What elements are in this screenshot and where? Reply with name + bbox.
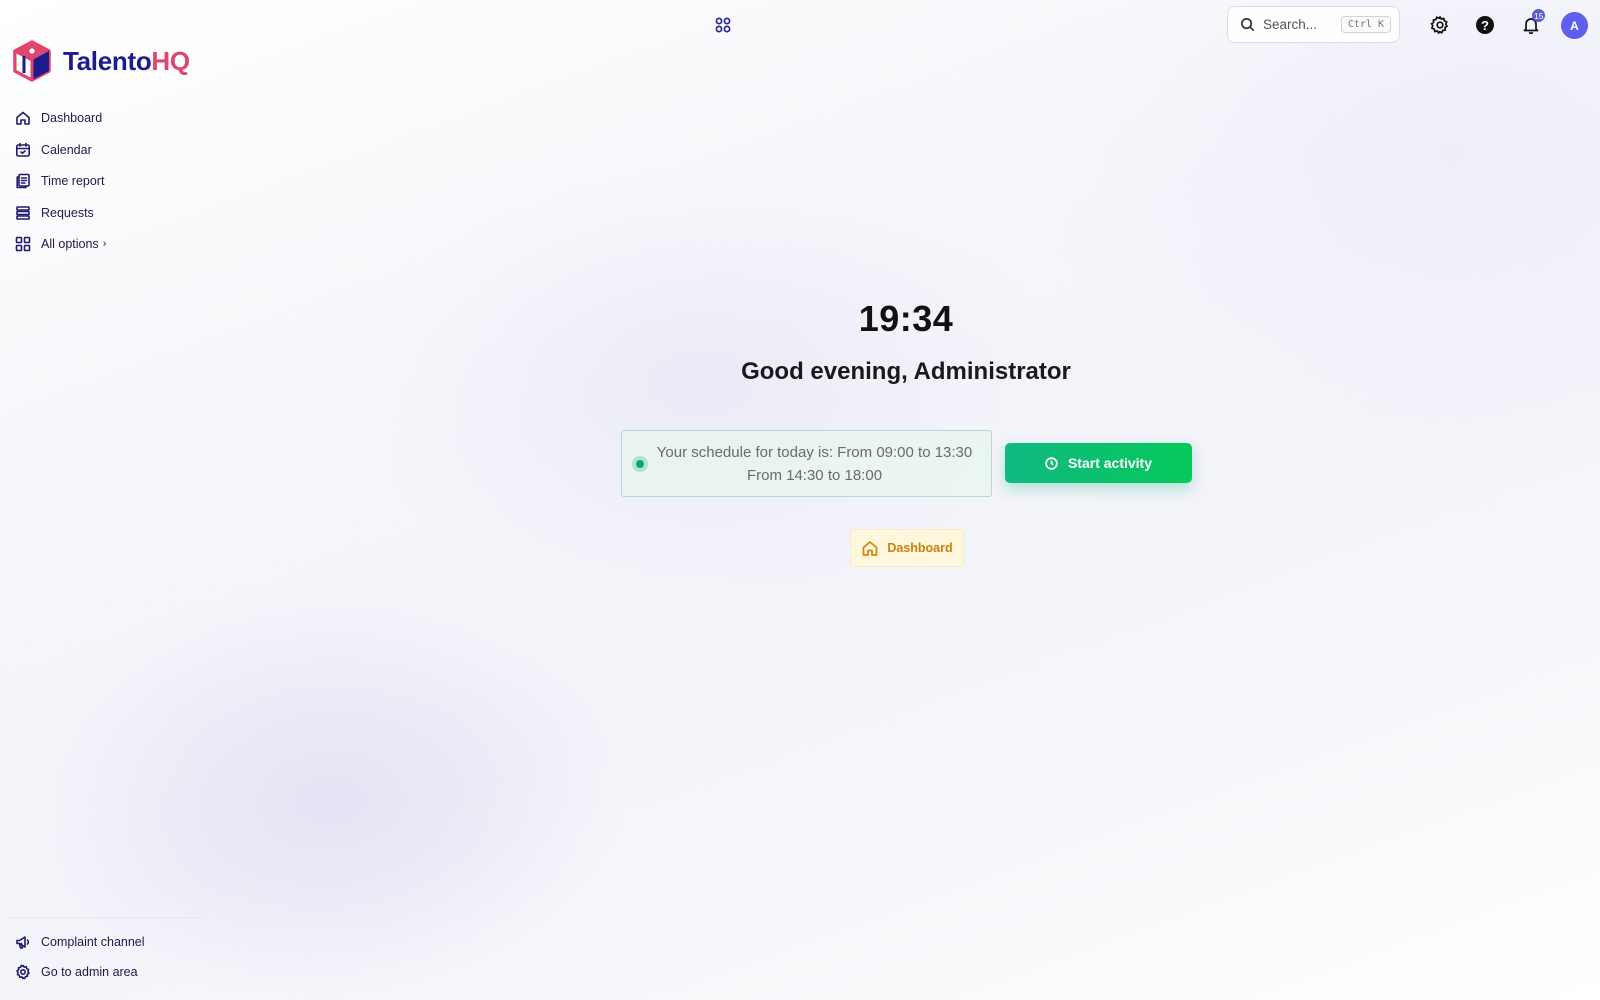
gear-icon [1430, 15, 1449, 35]
gear-icon [14, 963, 32, 981]
sidebar-item-label: Time report [41, 174, 105, 188]
chevron-right-icon: › [102, 238, 107, 250]
sidebar-item-label: Dashboard [41, 111, 103, 125]
brand-name-part2: HQ [151, 45, 190, 76]
dashboard-shortcut-label: Dashboard [887, 541, 953, 555]
sidebar-bottom: Complaint channel Go to admin area [14, 932, 204, 992]
schedule-card: Your schedule for today is: From 09:00 t… [621, 430, 992, 497]
clock-icon [1045, 456, 1058, 470]
calendar-icon [14, 141, 32, 159]
brand-name: TalentoHQ [63, 46, 190, 77]
report-icon [14, 172, 32, 190]
brand-logo[interactable]: TalentoHQ [12, 40, 190, 82]
complaint-channel-link[interactable]: Complaint channel [14, 932, 204, 952]
home-icon [862, 541, 878, 556]
help-icon: ? [1476, 16, 1494, 34]
help-button[interactable]: ? [1474, 14, 1496, 36]
notifications-count-badge: 15 [1532, 9, 1546, 22]
search-placeholder: Search... [1263, 17, 1318, 32]
start-activity-button[interactable]: Start activity [1005, 443, 1192, 483]
sidebar-item-label: Requests [41, 205, 94, 220]
sidebar-item-time-report[interactable]: Time report [14, 171, 106, 191]
sidebar-item-calendar[interactable]: Calendar [14, 140, 106, 160]
schedule-line-2: From 14:30 to 18:00 [746, 466, 883, 484]
status-indicator-icon [632, 455, 648, 472]
brand-name-part1: Talento [63, 45, 152, 76]
complaint-channel-label: Complaint channel [41, 935, 145, 949]
avatar[interactable]: A [1561, 12, 1588, 39]
sidebar-divider [8, 917, 203, 918]
admin-area-link[interactable]: Go to admin area [14, 962, 204, 982]
sidebar-item-dashboard[interactable]: Dashboard [14, 108, 106, 128]
apps-grid-icon[interactable] [714, 16, 732, 34]
greeting-title: Good evening, Administrator [741, 358, 1071, 385]
current-time: 19:34 [858, 298, 954, 339]
sidebar-item-label: Calendar [41, 142, 92, 157]
start-activity-label: Start activity [1067, 455, 1153, 471]
settings-button[interactable] [1429, 14, 1451, 36]
search-icon [1241, 18, 1255, 32]
sidebar-nav: Dashboard Calendar Time report Requests … [14, 108, 106, 266]
cube-logo-icon [13, 40, 51, 82]
schedule-line-1: Your schedule for today is: From 09:00 t… [656, 443, 973, 461]
dashboard-shortcut-button[interactable]: Dashboard [850, 529, 964, 567]
home-icon [14, 109, 32, 127]
schedule-text: Your schedule for today is: From 09:00 t… [648, 441, 991, 487]
search-input[interactable]: Search... Ctrl K [1227, 6, 1400, 43]
sidebar: TalentoHQ Dashboard Calendar Time report [0, 0, 210, 1000]
list-icon [14, 204, 32, 222]
sidebar-item-requests[interactable]: Requests [14, 203, 106, 223]
sidebar-all-options[interactable]: All options › [14, 234, 106, 254]
admin-area-label: Go to admin area [41, 965, 138, 979]
megaphone-icon [14, 933, 32, 951]
sidebar-all-options-label: All options [41, 237, 99, 251]
grid-icon [14, 235, 32, 253]
search-shortcut-badge: Ctrl K [1340, 16, 1391, 33]
